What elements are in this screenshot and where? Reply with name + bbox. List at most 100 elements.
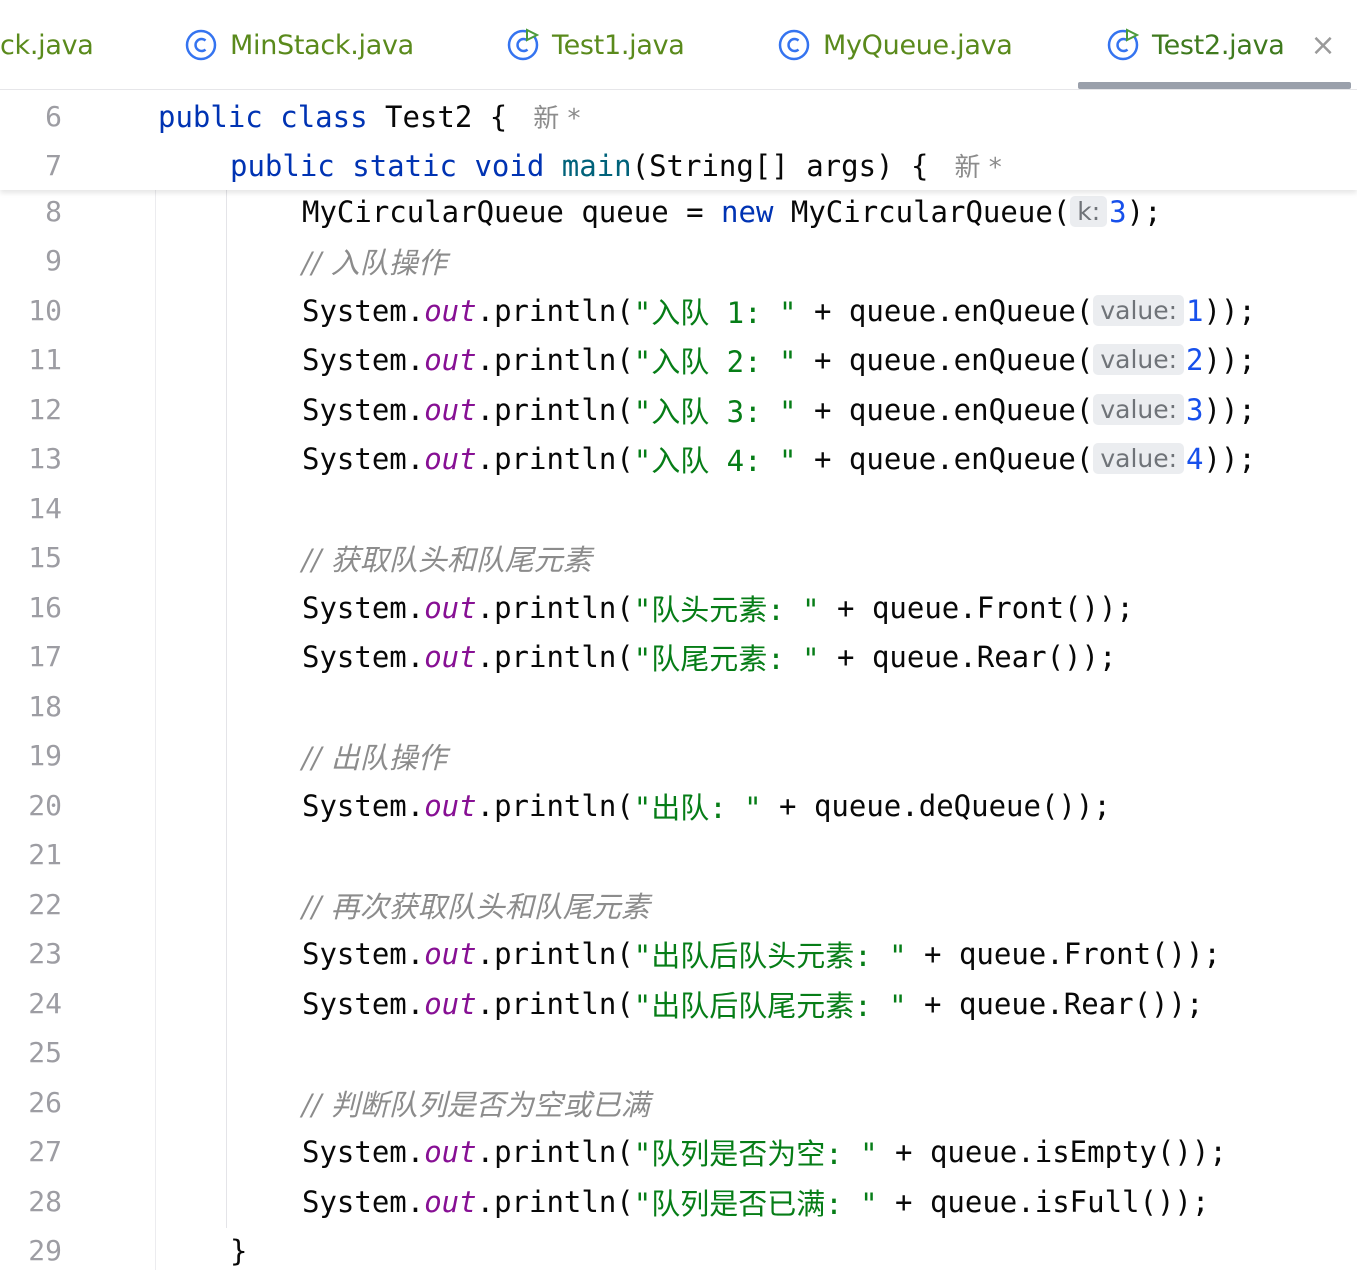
keyword: void: [474, 148, 545, 183]
tab-label: MinStack.java: [230, 29, 414, 61]
keyword: public: [158, 99, 263, 134]
number-literal: 4: [1186, 441, 1204, 476]
tab-minstack-partial[interactable]: ck.java: [0, 0, 94, 89]
code-text: + queue.Front());: [906, 936, 1221, 971]
line-number: 19: [28, 739, 62, 772]
static-field: out: [424, 1134, 477, 1169]
code-line-29[interactable]: 29 }: [0, 1226, 1357, 1270]
line-number: 20: [28, 789, 62, 822]
code-line-10[interactable]: 10 System. out .println("入队 1: " + queue.e…: [0, 286, 1357, 335]
line-number: 16: [28, 591, 62, 624]
code-line-12[interactable]: 12 System. out .println("入队 3: " + queue.e…: [0, 385, 1357, 434]
code-line-15[interactable]: 15 // 获取队头和队尾元素: [0, 533, 1357, 582]
code-text: + queue.enQueue(: [796, 392, 1094, 427]
comment: // 出队操作: [302, 740, 447, 775]
code-line-24[interactable]: 24 System. out .println("出队后队尾元素: " + queu…: [0, 979, 1357, 1028]
code-line-11[interactable]: 11 System. out .println("入队 2: " + queue.e…: [0, 335, 1357, 384]
line-number: 10: [28, 294, 62, 327]
string-literal: "入队 2: ": [633, 344, 797, 379]
code-text: + queue.Front());: [819, 590, 1134, 625]
line-number: 17: [28, 640, 62, 673]
string-literal: "出队后队尾元素: ": [633, 988, 907, 1023]
code-text: System.: [302, 1184, 425, 1219]
code-line-18[interactable]: 18: [0, 682, 1357, 731]
tab-test2[interactable]: Test2.java ×: [1106, 0, 1336, 89]
code-line-9[interactable]: 9 // 入队操作: [0, 236, 1357, 285]
code-line-20[interactable]: 20 System. out .println("出队: " + queue.deQ…: [0, 781, 1357, 830]
line-number: 23: [28, 937, 62, 970]
string-literal: "入队 3: ": [633, 394, 797, 429]
comment: // 入队操作: [302, 245, 447, 280]
tab-label: MyQueue.java: [823, 29, 1013, 61]
tab-label: ck.java: [0, 29, 94, 61]
author-hint[interactable]: 新 *: [954, 147, 1001, 184]
code-text: System.: [302, 639, 425, 674]
code-text: (String[] args) {: [631, 148, 929, 183]
line-number: 28: [28, 1185, 62, 1218]
line-number: 24: [28, 987, 62, 1020]
code-line-22[interactable]: 22 // 再次获取队头和队尾元素: [0, 880, 1357, 929]
code-text: System.: [302, 936, 425, 971]
code-editor[interactable]: 6 public class Test2 {新 * 7 public stati…: [0, 91, 1357, 1270]
code-text: System.: [302, 293, 425, 328]
static-field: out: [424, 590, 477, 625]
parameter-hint: value:: [1093, 344, 1185, 375]
active-tab-indicator: [1078, 82, 1351, 89]
line-number: 12: [28, 393, 62, 426]
runnable-class-icon: [507, 28, 540, 61]
code-line-27[interactable]: 27 System. out .println("队列是否为空: " + queue…: [0, 1127, 1357, 1176]
code-line-14[interactable]: 14: [0, 484, 1357, 533]
code-text: MyCircularQueue(: [773, 194, 1071, 229]
code-line-7[interactable]: 7 public static void main (String[] args)…: [0, 141, 1357, 190]
closing-brace: }: [230, 1233, 248, 1268]
code-line-19[interactable]: 19 // 出队操作: [0, 731, 1357, 780]
line-number: 29: [28, 1234, 62, 1267]
tab-test1[interactable]: Test1.java: [506, 0, 685, 89]
code-line-21[interactable]: 21: [0, 830, 1357, 879]
string-literal: "队尾元素: ": [633, 641, 820, 676]
class-icon: [185, 29, 217, 61]
code-text: System.: [302, 392, 425, 427]
code-line-28[interactable]: 28 System. out .println("队列是否已满: " + queue…: [0, 1177, 1357, 1226]
code-text: .println(: [476, 1184, 634, 1219]
indent-guide: [226, 190, 227, 1228]
code-text: + queue.isEmpty());: [877, 1134, 1227, 1169]
tab-minstack[interactable]: MinStack.java: [184, 0, 414, 89]
code-line-6[interactable]: 6 public class Test2 {新 *: [0, 92, 1357, 141]
code-text: .println(: [476, 293, 634, 328]
number-literal: 3: [1109, 194, 1127, 229]
code-line-17[interactable]: 17 System. out .println("队尾元素: " + queue.R…: [0, 632, 1357, 681]
code-line-23[interactable]: 23 System. out .println("出队后队头元素: " + queu…: [0, 929, 1357, 978]
code-line-8[interactable]: 8 MyCircularQueue queue = new MyCircular…: [0, 187, 1357, 236]
runnable-class-icon: [1107, 28, 1140, 61]
code-line-25[interactable]: 25: [0, 1028, 1357, 1077]
class-name: Test2: [385, 99, 473, 134]
author-hint[interactable]: 新 *: [533, 98, 580, 135]
code-text: + queue.deQueue());: [761, 788, 1111, 823]
string-literal: "队列是否为空: ": [633, 1136, 878, 1171]
code-line-26[interactable]: 26 // 判断队列是否为空或已满: [0, 1078, 1357, 1127]
code-text: .println(: [476, 936, 634, 971]
code-text: .println(: [476, 342, 634, 377]
code-text: .println(: [476, 788, 634, 823]
code-text: + queue.enQueue(: [796, 342, 1094, 377]
code-text: .println(: [476, 1134, 634, 1169]
code-text: System.: [302, 590, 425, 625]
static-field: out: [424, 293, 477, 328]
code-line-13[interactable]: 13 System. out .println("入队 4: " + queue.e…: [0, 434, 1357, 483]
code-line-16[interactable]: 16 System. out .println("队头元素: " + queue.F…: [0, 583, 1357, 632]
comment: // 获取队头和队尾元素: [302, 542, 592, 577]
comment: // 再次获取队头和队尾元素: [302, 889, 650, 924]
static-field: out: [424, 936, 477, 971]
method-name: main: [561, 148, 632, 183]
tab-myqueue[interactable]: MyQueue.java: [777, 0, 1013, 89]
code-text: );: [1126, 194, 1162, 229]
code-text: .println(: [476, 639, 634, 674]
static-field: out: [424, 639, 477, 674]
static-field: out: [424, 441, 477, 476]
close-icon[interactable]: ×: [1311, 28, 1336, 63]
static-field: out: [424, 788, 477, 823]
parameter-hint: value:: [1093, 295, 1185, 326]
line-number: 26: [28, 1086, 62, 1119]
code-text: System.: [302, 441, 425, 476]
